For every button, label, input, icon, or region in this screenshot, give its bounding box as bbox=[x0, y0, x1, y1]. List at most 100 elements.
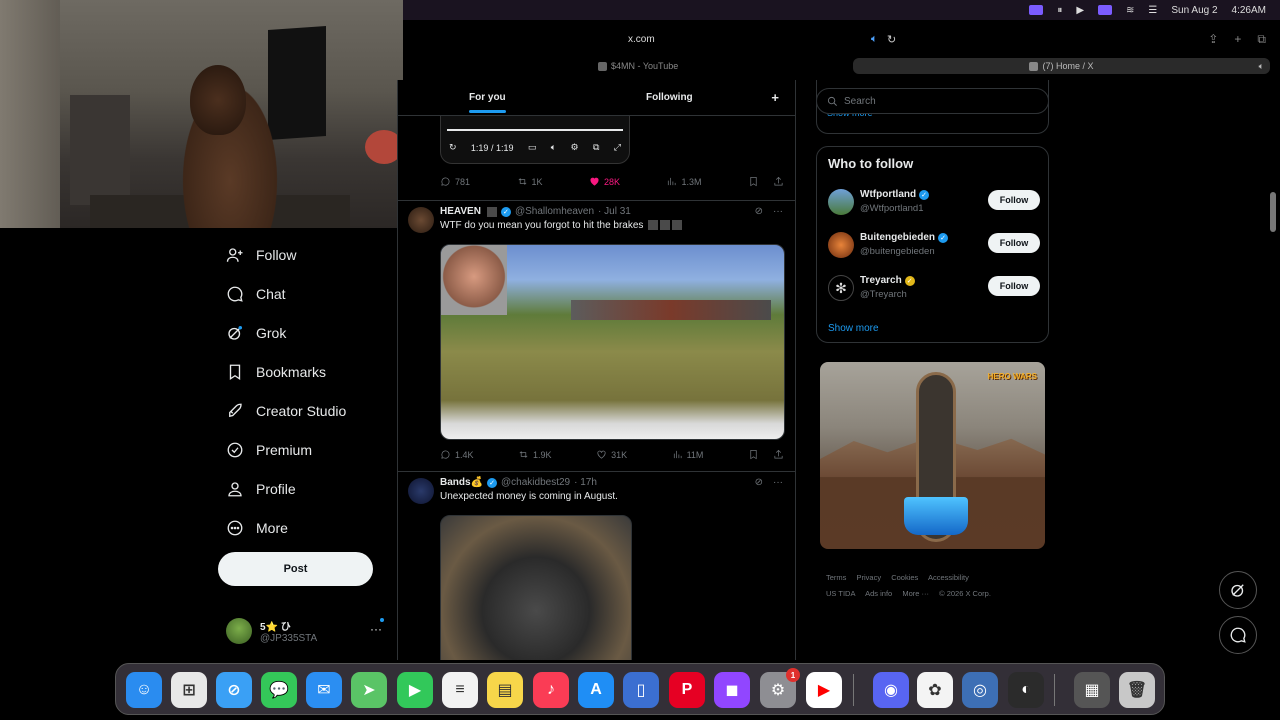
control-center-icon[interactable]: ☰ bbox=[1148, 5, 1157, 16]
tab-overview-icon[interactable]: ⧉ bbox=[1257, 32, 1266, 47]
avatar[interactable] bbox=[408, 478, 434, 504]
screen-record-icon[interactable] bbox=[1029, 5, 1044, 15]
sidebar-item-profile[interactable]: Profile bbox=[226, 480, 296, 498]
views-button[interactable]: 11M bbox=[672, 449, 703, 460]
dock-app-capture[interactable]: ◎ bbox=[962, 672, 998, 708]
tweet[interactable]: Bands💰 ✓ @chakidbest29 · 17h ⊘ ··· Unexp… bbox=[398, 471, 795, 660]
dock-app-preview[interactable]: ▯ bbox=[623, 672, 659, 708]
more-icon[interactable]: ··· bbox=[370, 622, 382, 636]
follow-suggestion[interactable]: ✻ Treyarch ✓ @Treyarch Follow bbox=[828, 273, 1040, 303]
follow-button[interactable]: Follow bbox=[988, 276, 1040, 296]
dock-app-launchpad[interactable]: ⊞ bbox=[171, 672, 207, 708]
footer-link[interactable]: Accessibility bbox=[928, 573, 969, 582]
sidebar-item-more[interactable]: More bbox=[226, 519, 288, 537]
volume-icon[interactable]: 🔈︎ bbox=[551, 142, 556, 153]
dock-app-twitch[interactable]: ◼ bbox=[714, 672, 750, 708]
grok-icon[interactable]: ⊘ bbox=[755, 206, 763, 217]
dock-app-facetime[interactable]: ▶ bbox=[397, 672, 433, 708]
tab-youtube[interactable]: $4MN - YouTube bbox=[598, 58, 678, 74]
share-icon[interactable] bbox=[773, 449, 784, 460]
grok-fab-button[interactable] bbox=[1219, 571, 1257, 609]
sidebar-item-follow[interactable]: Follow bbox=[226, 246, 296, 264]
more-icon[interactable]: ··· bbox=[773, 206, 783, 217]
account-switcher[interactable]: 5⭐ ひ @JP335STA ··· bbox=[226, 616, 386, 646]
tab-x-home[interactable]: (7) Home / X 🔈︎ bbox=[853, 58, 1270, 74]
repost-button[interactable]: 1.9K bbox=[518, 449, 552, 460]
like-button[interactable]: 28K bbox=[589, 176, 620, 187]
dock-app-pinterest[interactable]: P bbox=[669, 672, 705, 708]
follow-suggestion[interactable]: Buitengebieden ✓ @buitengebieden Follow bbox=[828, 230, 1040, 260]
address-bar[interactable]: x.com bbox=[628, 34, 655, 45]
add-tab-icon[interactable]: + bbox=[771, 90, 779, 105]
post-button[interactable]: Post bbox=[218, 552, 373, 586]
share-icon[interactable] bbox=[773, 176, 784, 187]
sidebar-item-grok[interactable]: Grok bbox=[226, 324, 286, 342]
more-icon[interactable]: ··· bbox=[773, 477, 783, 488]
scrollbar[interactable] bbox=[1270, 192, 1276, 232]
dock-app-maps[interactable]: ➤ bbox=[351, 672, 387, 708]
fullscreen-icon[interactable]: ⤢ bbox=[614, 142, 621, 153]
footer-link[interactable]: US TIDA bbox=[826, 589, 855, 598]
advertisement-image[interactable]: HERO WARS bbox=[820, 362, 1045, 549]
dock-app-system-settings[interactable]: ⚙ 1 bbox=[760, 668, 800, 708]
dock-app-safari[interactable]: ⊘ bbox=[216, 672, 252, 708]
tweet-video[interactable] bbox=[440, 244, 785, 440]
speaker-icon[interactable]: 🔈︎ bbox=[871, 33, 878, 46]
follow-button[interactable]: Follow bbox=[988, 233, 1040, 253]
dock-app-messages[interactable]: 💬 bbox=[261, 672, 297, 708]
dock-app-photos[interactable]: ✿ bbox=[917, 672, 953, 708]
views-button[interactable]: 1.3M bbox=[666, 176, 701, 187]
footer-link[interactable]: Ads info bbox=[865, 589, 892, 598]
footer-link[interactable]: Cookies bbox=[891, 573, 918, 582]
avatar[interactable] bbox=[408, 207, 434, 233]
bookmark-icon[interactable] bbox=[748, 176, 759, 187]
play-icon[interactable]: ▶ bbox=[1076, 5, 1084, 16]
reply-button[interactable]: 781 bbox=[440, 176, 470, 187]
dock-app-notes[interactable]: ▤ bbox=[487, 672, 523, 708]
avatar[interactable] bbox=[828, 232, 854, 258]
tweet-image[interactable] bbox=[440, 515, 632, 660]
dock-app-reminders[interactable]: ≡ bbox=[442, 672, 478, 708]
grok-icon[interactable]: ⊘ bbox=[755, 477, 763, 488]
like-button[interactable]: 31K bbox=[596, 449, 627, 460]
bookmark-icon[interactable] bbox=[748, 449, 759, 460]
tweet-time[interactable]: · Jul 31 bbox=[598, 206, 631, 217]
footer-link[interactable]: More ··· bbox=[902, 589, 929, 598]
avatar[interactable]: ✻ bbox=[828, 275, 854, 301]
video-progress-bar[interactable] bbox=[447, 129, 623, 131]
captions-icon[interactable]: ▭ bbox=[528, 142, 537, 153]
pause-icon[interactable]: ⏸ bbox=[1057, 5, 1062, 16]
menubar-date[interactable]: Sun Aug 2 bbox=[1171, 5, 1217, 16]
dock-app-trash[interactable]: 🗑 bbox=[1119, 672, 1155, 708]
dock-app-mail[interactable]: ✉ bbox=[306, 672, 342, 708]
tweet-author-name[interactable]: Bands💰 bbox=[440, 477, 483, 488]
dock-app-app-store[interactable]: A bbox=[578, 672, 614, 708]
tweet[interactable]: HEAVEN ✓ @Shallomheaven · Jul 31 ⊘ ··· W… bbox=[398, 200, 795, 470]
picture-in-picture-icon[interactable]: ⧉ bbox=[593, 142, 599, 153]
sidebar-item-chat[interactable]: Chat bbox=[226, 285, 286, 303]
reload-icon[interactable]: ↻ bbox=[887, 33, 896, 46]
footer-link[interactable]: Terms bbox=[826, 573, 846, 582]
avatar[interactable] bbox=[828, 189, 854, 215]
footer-link[interactable]: Privacy bbox=[857, 573, 882, 582]
search-input[interactable]: Search bbox=[816, 88, 1049, 114]
settings-icon[interactable]: ⚙ bbox=[571, 142, 579, 153]
follow-button[interactable]: Follow bbox=[988, 190, 1040, 210]
tab-for-you[interactable]: For you bbox=[469, 92, 506, 113]
tweet-author-name[interactable]: HEAVEN bbox=[440, 206, 481, 217]
tab-speaker-icon[interactable]: 🔈︎ bbox=[1259, 61, 1264, 72]
tab-following[interactable]: Following bbox=[646, 92, 693, 103]
dock-app-obs[interactable]: ◐ bbox=[1008, 672, 1044, 708]
reply-button[interactable]: 1.4K bbox=[440, 449, 474, 460]
replay-icon[interactable]: ↻ bbox=[449, 142, 457, 153]
menubar-time[interactable]: 4:26AM bbox=[1232, 5, 1266, 16]
dock-app-finder[interactable]: ☺ bbox=[126, 672, 162, 708]
dock-app-discord[interactable]: ◉ bbox=[873, 672, 909, 708]
tweet-author-handle[interactable]: @chakidbest29 bbox=[501, 477, 570, 488]
new-tab-icon[interactable]: + bbox=[1234, 32, 1241, 47]
dock-app-youtube[interactable]: ▶ bbox=[806, 672, 842, 708]
sidebar-item-premium[interactable]: Premium bbox=[226, 441, 312, 459]
sidebar-item-creator-studio[interactable]: Creator Studio bbox=[226, 402, 346, 420]
share-icon[interactable]: ⇪ bbox=[1208, 32, 1218, 47]
sidebar-item-bookmarks[interactable]: Bookmarks bbox=[226, 363, 326, 381]
